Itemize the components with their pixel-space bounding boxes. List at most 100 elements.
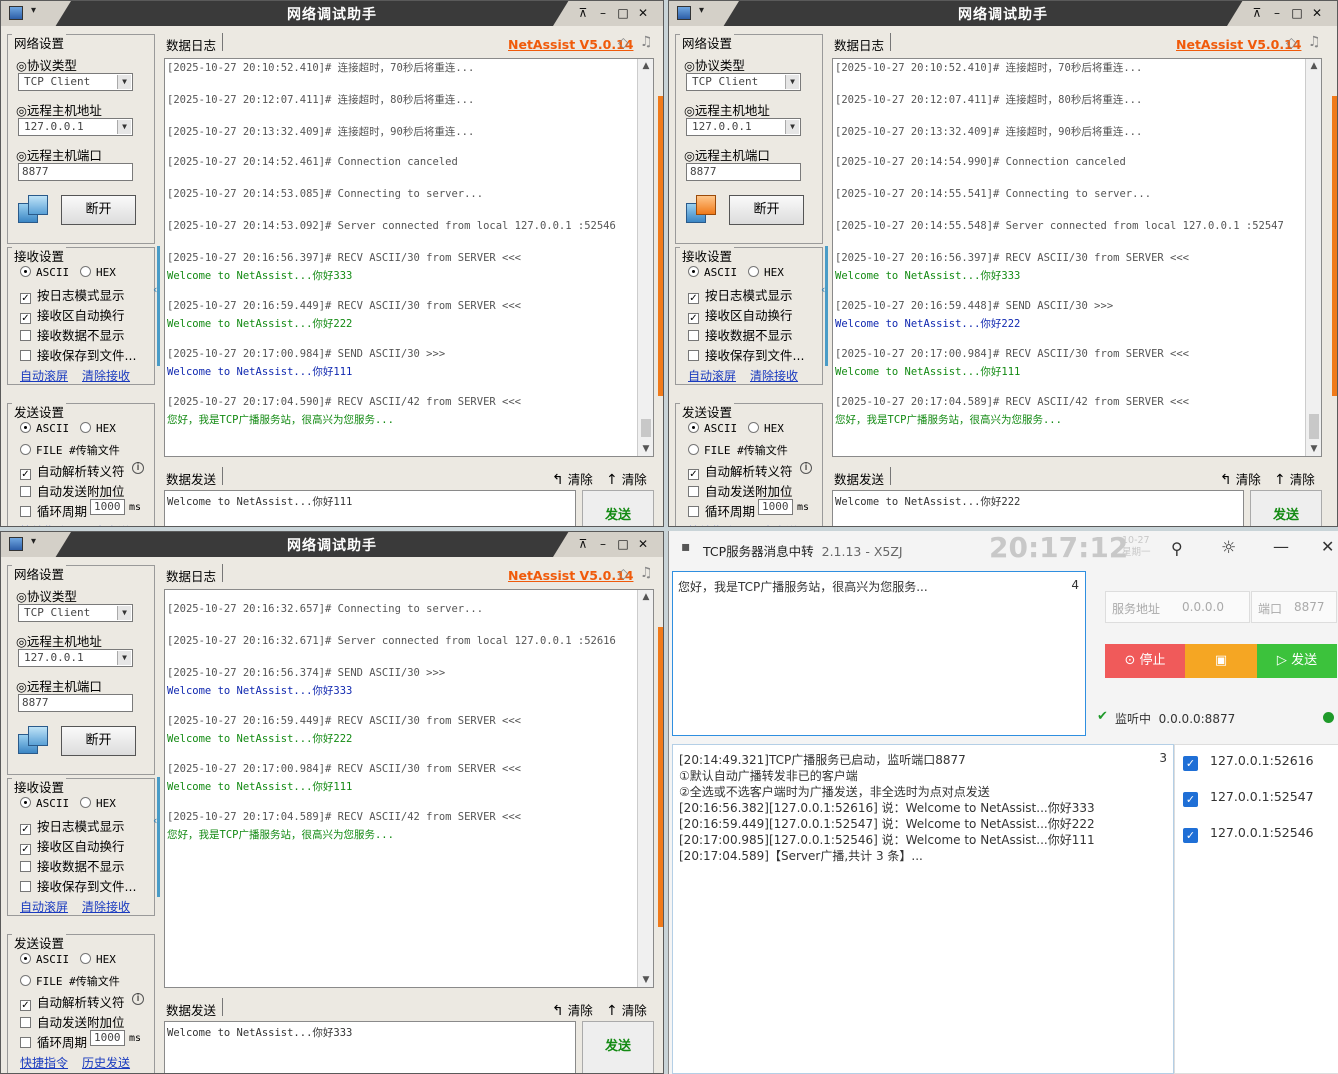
log-scrollbar[interactable]: ▲ ▼ <box>637 59 653 456</box>
pin-icon[interactable]: ⊼ <box>575 5 591 21</box>
log-scrollbar[interactable]: ▲ ▼ <box>637 590 653 987</box>
send-hex-radio[interactable]: HEX <box>80 422 116 435</box>
cycle-input[interactable]: 1000 <box>90 1030 125 1046</box>
clear-receive-link[interactable]: 清除接收 <box>82 898 130 915</box>
pin-icon[interactable]: ⊼ <box>1249 5 1265 21</box>
cycle-checkbox[interactable]: 循环周期 <box>20 501 87 520</box>
checkbox-checked-icon[interactable]: ✓ <box>1183 792 1198 807</box>
minimize-button[interactable]: – <box>595 536 611 552</box>
clear-send-button[interactable]: ↰ 清除 <box>1220 469 1261 488</box>
port-input[interactable]: 8877 <box>686 163 801 181</box>
auto-scroll-link[interactable]: 自动滚屏 <box>688 367 736 384</box>
cycle-checkbox[interactable]: 循环周期 <box>20 1032 87 1051</box>
diamond-icon[interactable]: ◇ <box>1286 35 1297 51</box>
theme-icon[interactable]: ☼ <box>1221 538 1236 558</box>
clear-receive-link[interactable]: 清除接收 <box>82 367 130 384</box>
minimize-button[interactable]: — <box>1273 537 1289 556</box>
history-link[interactable]: 历史发送 <box>82 523 130 526</box>
append-check-checkbox[interactable]: 自动发送附加位 <box>20 1012 125 1031</box>
stop-button[interactable]: ⊙ 停止 <box>1105 644 1185 678</box>
auto-escape-checkbox[interactable]: ✓ 自动解析转义符 <box>688 461 793 480</box>
send-input[interactable]: Welcome to NetAssist...你好222 <box>832 490 1244 526</box>
clear-all-button[interactable]: ↑ 清除 <box>1274 469 1315 488</box>
info-icon[interactable]: i <box>800 462 812 474</box>
quick-cmd-link[interactable]: 快捷指令 <box>20 523 68 526</box>
tab-data-log[interactable]: 数据日志 <box>166 35 216 54</box>
log-mode-checkbox[interactable]: ✓ 按日志模式显示 <box>20 816 125 835</box>
clear-send-button[interactable]: ↰ 清除 <box>552 469 593 488</box>
close-button[interactable]: ✕ <box>1321 537 1334 556</box>
recv-autowrap-checkbox[interactable]: ✓ 接收区自动换行 <box>688 305 793 324</box>
port-input[interactable]: 8877 <box>18 694 133 712</box>
info-icon[interactable]: i <box>132 993 144 1005</box>
file-mode-radio[interactable]: FILE #传输文件 <box>688 442 788 458</box>
protocol-select[interactable]: TCP Client ▼ <box>686 73 801 91</box>
append-check-checkbox[interactable]: 自动发送附加位 <box>688 481 793 500</box>
tab-data-send[interactable]: 数据发送 <box>166 469 216 488</box>
brand-link[interactable]: NetAssist V5.0.14 <box>508 568 633 583</box>
history-link[interactable]: 历史发送 <box>82 1054 130 1071</box>
auto-scroll-link[interactable]: 自动滚屏 <box>20 367 68 384</box>
message-input[interactable]: 您好，我是TCP广播服务站，很高兴为您服务... 4 <box>672 571 1086 736</box>
bell-icon[interactable]: ♫ <box>640 34 653 50</box>
host-select[interactable]: 127.0.0.1 ▼ <box>18 649 133 667</box>
client-item[interactable]: ✓ 127.0.0.1:52616 <box>1183 753 1314 771</box>
send-ascii-radio[interactable]: ASCII <box>20 422 69 435</box>
auto-escape-checkbox[interactable]: ✓ 自动解析转义符 <box>20 992 125 1011</box>
disconnect-button[interactable]: 断开 <box>61 195 136 225</box>
brand-link[interactable]: NetAssist V5.0.14 <box>508 37 633 52</box>
port-input[interactable]: 端口 8877 <box>1251 591 1337 623</box>
minimize-button[interactable]: – <box>595 5 611 21</box>
client-item[interactable]: ✓ 127.0.0.1:52547 <box>1183 789 1314 807</box>
close-button[interactable]: ✕ <box>1309 5 1325 21</box>
checkbox-checked-icon[interactable]: ✓ <box>1183 756 1198 771</box>
disconnect-button[interactable]: 断开 <box>729 195 804 225</box>
send-hex-radio[interactable]: HEX <box>748 422 784 435</box>
splitter[interactable] <box>825 246 828 366</box>
minimize-button[interactable]: – <box>1269 5 1285 21</box>
send-input[interactable]: Welcome to NetAssist...你好111 <box>164 490 576 526</box>
collapse-left-icon[interactable]: ‹ <box>821 283 825 296</box>
diamond-icon[interactable]: ◇ <box>618 566 629 582</box>
cycle-input[interactable]: 1000 <box>90 499 125 515</box>
file-mode-radio[interactable]: FILE #传输文件 <box>20 973 120 989</box>
collapse-left-icon[interactable]: ‹ <box>153 283 157 296</box>
tab-data-log[interactable]: 数据日志 <box>834 35 884 54</box>
recv-autowrap-checkbox[interactable]: ✓ 接收区自动换行 <box>20 305 125 324</box>
pin-icon[interactable]: ⊼ <box>575 536 591 552</box>
maximize-button[interactable]: □ <box>1289 5 1305 21</box>
send-input[interactable]: Welcome to NetAssist...你好333 <box>164 1021 576 1073</box>
append-check-checkbox[interactable]: 自动发送附加位 <box>20 481 125 500</box>
diamond-icon[interactable]: ◇ <box>618 35 629 51</box>
maximize-button[interactable]: □ <box>615 5 631 21</box>
history-link[interactable]: 历史发送 <box>750 523 798 526</box>
file-mode-radio[interactable]: FILE #传输文件 <box>20 442 120 458</box>
clear-send-button[interactable]: ↰ 清除 <box>552 1000 593 1019</box>
log-scrollbar[interactable]: ▲ ▼ <box>1305 59 1321 456</box>
recv-ascii-radio[interactable]: ASCII <box>20 797 69 810</box>
recv-hex-radio[interactable]: HEX <box>80 266 116 279</box>
recv-autowrap-checkbox[interactable]: ✓ 接收区自动换行 <box>20 836 125 855</box>
collapse-left-icon[interactable]: ‹ <box>153 814 157 827</box>
close-button[interactable]: ✕ <box>635 536 651 552</box>
send-button[interactable]: 发送 <box>582 490 654 526</box>
recv-hide-checkbox[interactable]: 接收数据不显示 <box>20 856 125 875</box>
log-mode-checkbox[interactable]: ✓ 按日志模式显示 <box>20 285 125 304</box>
recv-save-file-checkbox[interactable]: 接收保存到文件... <box>20 345 136 364</box>
host-select[interactable]: 127.0.0.1 ▼ <box>18 118 133 136</box>
quick-cmd-link[interactable]: 快捷指令 <box>688 523 736 526</box>
receive-log-area[interactable]: [2025-10-27 20:10:52.410]# 连接超时，70秒后将重连.… <box>164 58 654 457</box>
send-button[interactable]: ▷ 发送 <box>1257 644 1337 678</box>
brand-link[interactable]: NetAssist V5.0.14 <box>1176 37 1301 52</box>
log-mode-checkbox[interactable]: ✓ 按日志模式显示 <box>688 285 793 304</box>
tab-data-log[interactable]: 数据日志 <box>166 566 216 585</box>
send-hex-radio[interactable]: HEX <box>80 953 116 966</box>
tab-data-send[interactable]: 数据发送 <box>166 1000 216 1019</box>
clear-receive-link[interactable]: 清除接收 <box>750 367 798 384</box>
checkbox-checked-icon[interactable]: ✓ <box>1183 828 1198 843</box>
send-button[interactable]: 发送 <box>1250 490 1322 526</box>
recv-ascii-radio[interactable]: ASCII <box>688 266 737 279</box>
auto-scroll-link[interactable]: 自动滚屏 <box>20 898 68 915</box>
maximize-button[interactable]: □ <box>615 536 631 552</box>
cycle-input[interactable]: 1000 <box>758 499 793 515</box>
